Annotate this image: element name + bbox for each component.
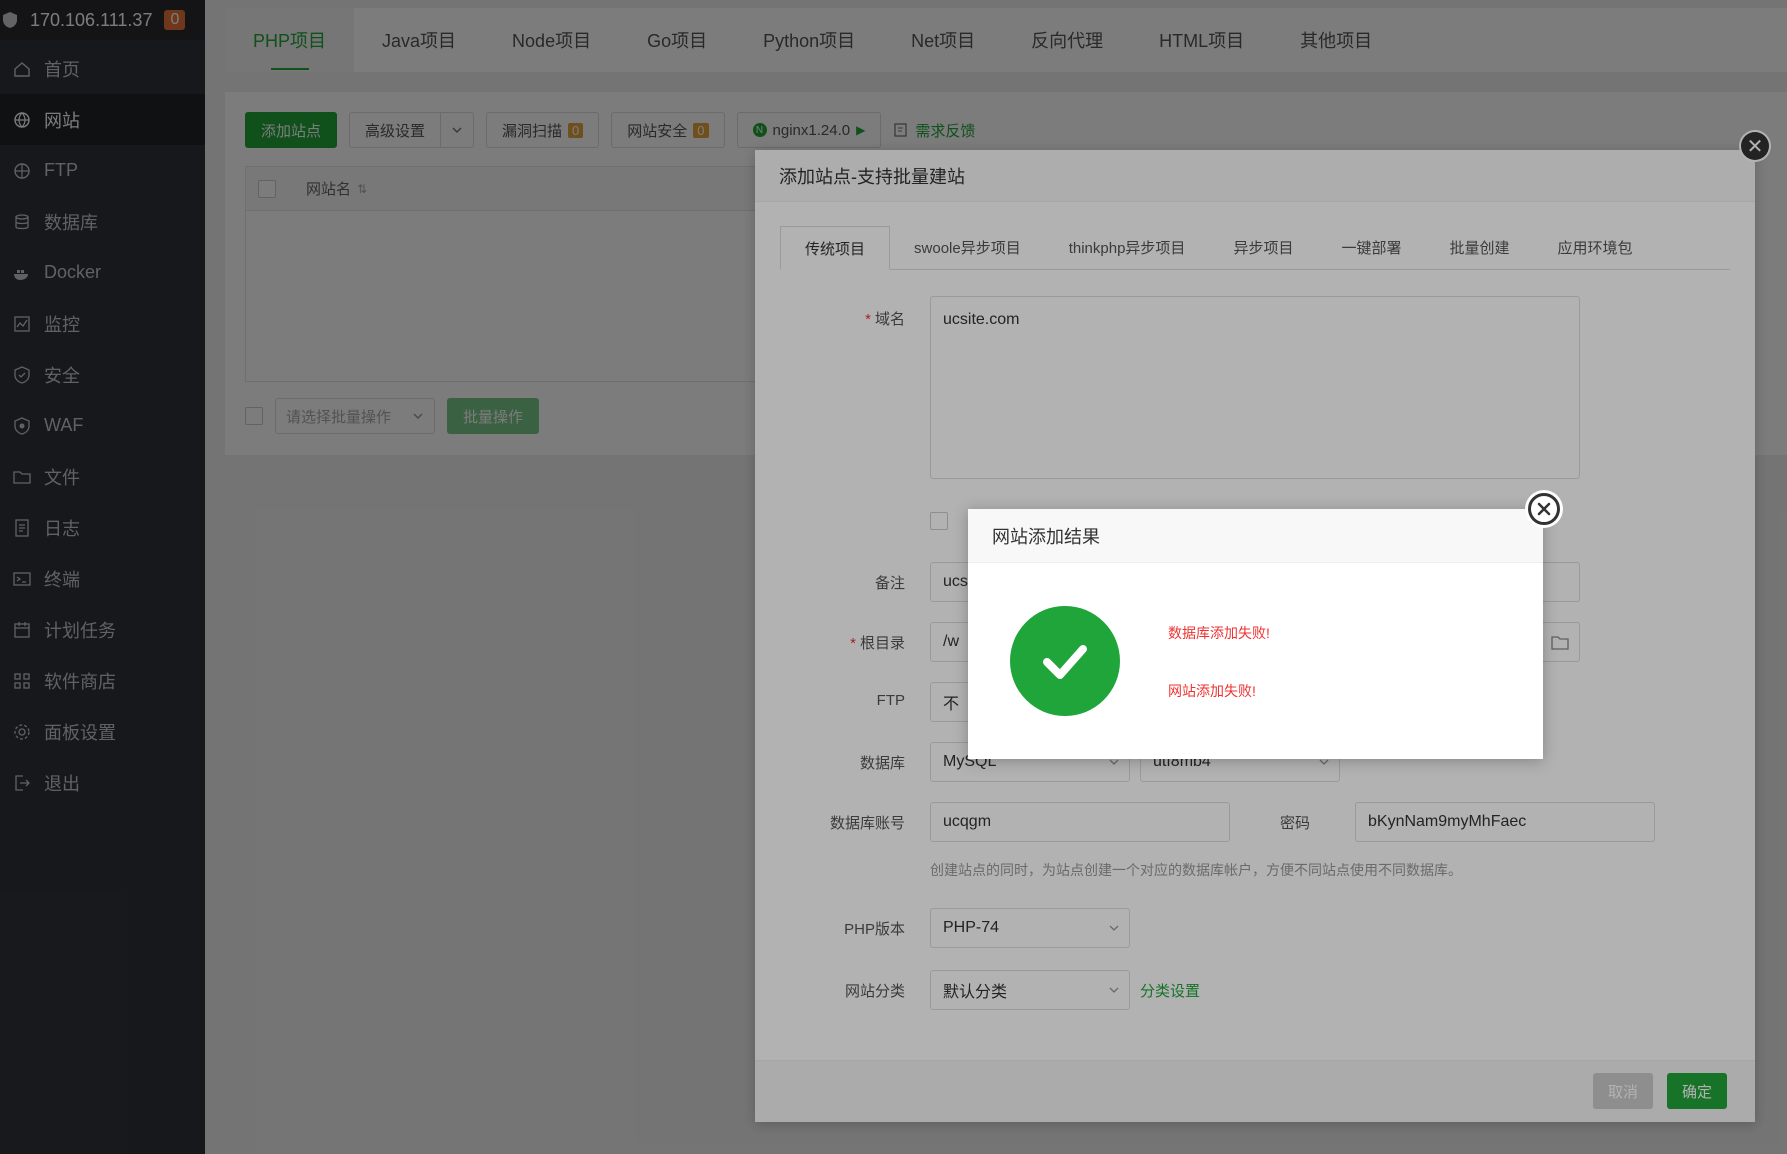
success-check-icon	[1010, 606, 1120, 716]
db-fail-message: 数据库添加失败!	[1168, 625, 1270, 641]
site-fail-message: 网站添加失败!	[1168, 683, 1256, 699]
result-dialog: 网站添加结果 数据库添加失败! 网站添加失败!	[968, 509, 1543, 759]
result-close-button[interactable]	[1525, 490, 1563, 528]
close-icon	[1528, 493, 1560, 525]
result-dialog-title: 网站添加结果	[968, 509, 1543, 563]
